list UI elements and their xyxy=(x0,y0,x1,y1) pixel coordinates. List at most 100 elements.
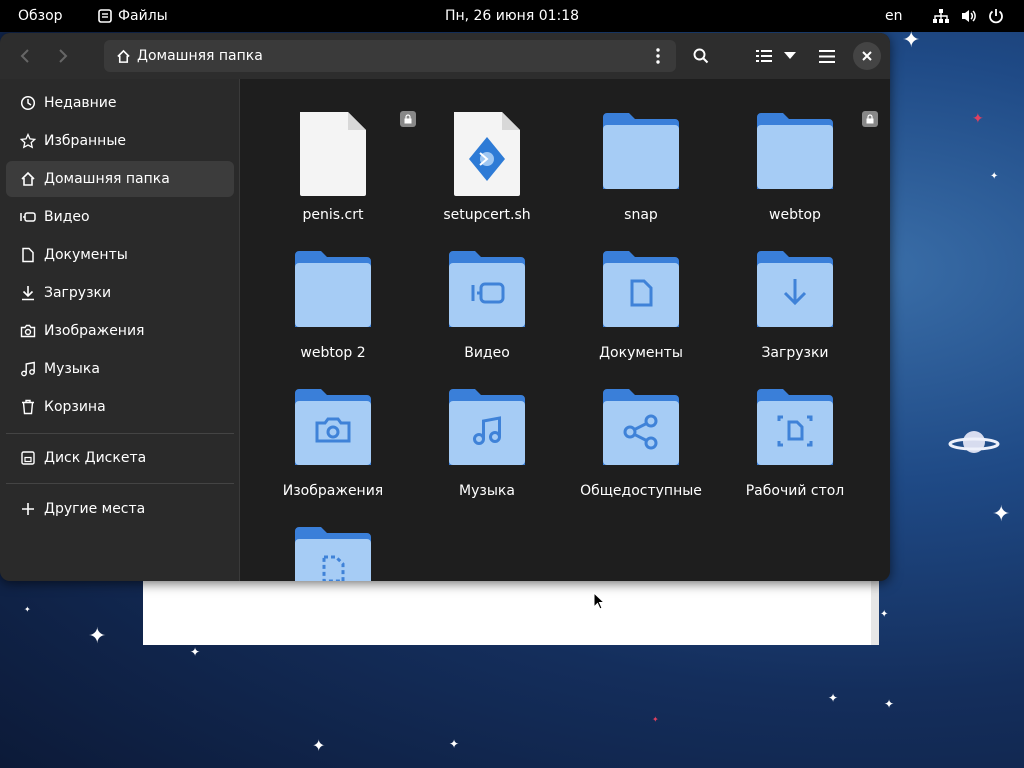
folder-item[interactable] xyxy=(258,501,408,581)
file-label: webtop xyxy=(769,207,821,223)
folder-item[interactable]: Изображения xyxy=(258,363,408,499)
list-view-icon xyxy=(756,50,772,62)
document-icon xyxy=(22,247,34,263)
sidebar-item-music[interactable]: Музыка xyxy=(6,351,234,387)
star-decoration: ✦ xyxy=(992,502,1011,527)
sidebar-item-drive[interactable]: Диск Дискета xyxy=(6,440,234,476)
music-folder-icon xyxy=(449,389,525,465)
public-share-folder-icon xyxy=(603,389,679,465)
app-name: Файлы xyxy=(118,8,168,24)
sidebar-item-other-locations[interactable]: Другие места xyxy=(6,491,234,527)
file-item[interactable]: setupcert.sh xyxy=(412,87,562,223)
file-label: Музыка xyxy=(459,483,515,499)
path-bar[interactable]: Домашняя папка xyxy=(104,40,676,72)
folder-item[interactable]: Видео xyxy=(412,225,562,361)
music-icon xyxy=(21,361,35,377)
sidebar-item-documents[interactable]: Документы xyxy=(6,237,234,273)
path-current-folder[interactable]: Домашняя папка xyxy=(137,48,263,64)
folder-item[interactable]: Общедоступные xyxy=(566,363,716,499)
plus-icon xyxy=(22,503,34,515)
lock-emblem-icon xyxy=(862,111,878,127)
sidebar-item-downloads[interactable]: Загрузки xyxy=(6,275,234,311)
sidebar-item-trash[interactable]: Корзина xyxy=(6,389,234,425)
camera-icon xyxy=(20,324,36,338)
folder-item[interactable]: webtop xyxy=(720,87,878,223)
folder-item[interactable]: snap xyxy=(566,87,716,223)
star-decoration: ✦ xyxy=(449,737,460,751)
sidebar-item-label: Домашняя папка xyxy=(44,171,170,187)
clock[interactable]: Пн, 26 июня 01:18 xyxy=(445,8,579,24)
clock-icon xyxy=(20,95,36,111)
sidebar-item-label: Видео xyxy=(44,209,90,225)
folder-icon xyxy=(295,251,371,327)
downloads-folder-icon xyxy=(757,251,833,327)
sidebar-item-starred[interactable]: Избранные xyxy=(6,123,234,159)
sidebar-item-label: Диск Дискета xyxy=(44,450,147,466)
app-menu-button[interactable]: Файлы xyxy=(98,0,168,32)
home-icon xyxy=(21,171,35,186)
templates-folder-icon xyxy=(295,527,371,581)
chevron-left-icon xyxy=(20,49,29,63)
star-decoration: ✦ xyxy=(24,605,31,614)
planet-decoration xyxy=(948,431,1000,453)
back-button[interactable] xyxy=(10,41,40,71)
activities-button[interactable]: Обзор xyxy=(18,0,63,32)
file-label: Общедоступные xyxy=(580,483,702,499)
sidebar-item-home[interactable]: Домашняя папка xyxy=(6,161,234,197)
path-menu-button[interactable] xyxy=(646,41,670,71)
folder-item[interactable]: Документы xyxy=(566,225,716,361)
star-decoration: ✦ xyxy=(312,736,326,755)
star-decoration: ✦ xyxy=(972,111,984,127)
folder-item[interactable]: Загрузки xyxy=(720,225,870,361)
trash-icon xyxy=(22,399,34,415)
main-menu-button[interactable] xyxy=(812,41,842,71)
file-view[interactable]: penis.crt setupcert.sh snap webtop webto… xyxy=(241,79,890,581)
sidebar-item-pictures[interactable]: Изображения xyxy=(6,313,234,349)
view-options-button[interactable] xyxy=(750,41,802,71)
pictures-folder-icon xyxy=(295,389,371,465)
text-file-icon xyxy=(300,112,366,196)
star-decoration: ✦ xyxy=(884,697,895,711)
mouse-cursor-icon xyxy=(593,592,605,610)
power-icon xyxy=(989,9,1003,24)
star-decoration: ✦ xyxy=(990,171,999,182)
sidebar-item-label: Корзина xyxy=(44,399,106,415)
file-label: Изображения xyxy=(282,483,384,499)
file-label: setupcert.sh xyxy=(443,207,531,223)
folder-item[interactable]: Рабочий стол xyxy=(720,363,870,499)
documents-folder-icon xyxy=(603,251,679,327)
desktop-folder-icon xyxy=(757,389,833,465)
network-icon xyxy=(933,9,949,23)
sidebar-item-videos[interactable]: Видео xyxy=(6,199,234,235)
sidebar-item-label: Музыка xyxy=(44,361,100,377)
home-icon xyxy=(117,49,130,63)
sidebar-item-recent[interactable]: Недавние xyxy=(6,85,234,121)
search-icon xyxy=(693,48,709,64)
caret-down-icon xyxy=(784,52,796,59)
chevron-right-icon xyxy=(59,49,68,63)
sidebar-item-label: Загрузки xyxy=(44,285,112,301)
download-icon xyxy=(22,286,34,301)
close-icon xyxy=(862,51,872,61)
forward-button[interactable] xyxy=(48,41,78,71)
sidebar-divider xyxy=(6,483,234,484)
sidebar-item-label: Недавние xyxy=(44,95,117,111)
file-item[interactable]: penis.crt xyxy=(258,87,416,223)
close-button[interactable] xyxy=(853,42,881,70)
keyboard-layout-indicator[interactable]: en xyxy=(885,0,903,32)
star-decoration: ✦ xyxy=(880,609,889,620)
folder-item[interactable]: webtop 2 xyxy=(258,225,408,361)
star-decoration: ✦ xyxy=(190,645,201,659)
folder-item[interactable]: Музыка xyxy=(412,363,562,499)
video-icon xyxy=(20,212,36,222)
star-decoration: ✦ xyxy=(652,715,659,724)
file-label: Рабочий стол xyxy=(745,483,845,499)
volume-icon xyxy=(962,10,976,22)
file-label: penis.crt xyxy=(302,207,364,223)
search-button[interactable] xyxy=(686,41,716,71)
file-label: Видео xyxy=(464,345,510,361)
file-label: Документы xyxy=(599,345,683,361)
system-menu[interactable] xyxy=(932,0,1004,32)
folder-icon xyxy=(603,113,679,189)
script-file-icon xyxy=(454,112,520,196)
